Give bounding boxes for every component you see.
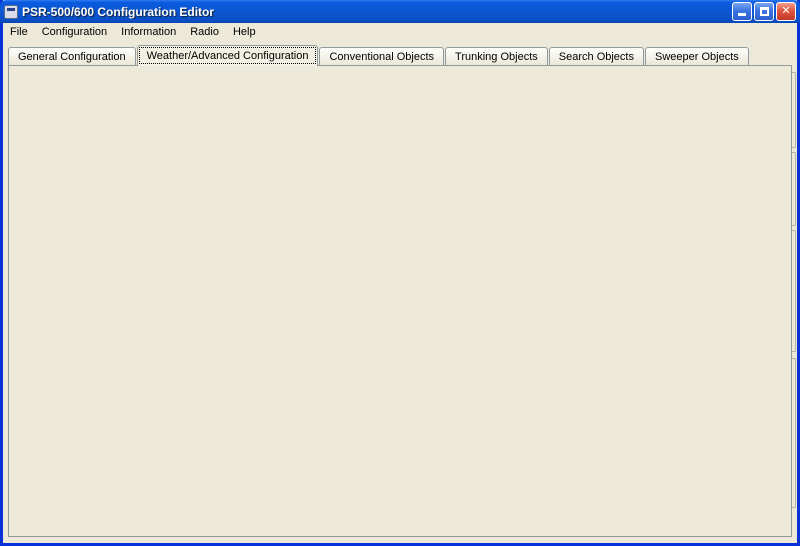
menu-radio[interactable]: Radio — [183, 24, 226, 40]
window-title: PSR-500/600 Configuration Editor — [22, 5, 730, 19]
tab-conventional-objects[interactable]: Conventional Objects — [319, 47, 444, 66]
menu-configuration[interactable]: Configuration — [35, 24, 114, 40]
app-icon — [4, 5, 18, 19]
tab-strip: General Configuration Weather/Advanced C… — [8, 45, 792, 66]
tab-page — [8, 65, 792, 537]
menu-help[interactable]: Help — [226, 24, 263, 40]
menu-file[interactable]: File — [3, 24, 35, 40]
close-button[interactable]: ✕ — [776, 2, 796, 21]
tab-trunking-objects[interactable]: Trunking Objects — [445, 47, 548, 66]
app-window: PSR-500/600 Configuration Editor ✕ File … — [0, 0, 800, 546]
maximize-button[interactable] — [754, 2, 774, 21]
tab-search-objects[interactable]: Search Objects — [549, 47, 644, 66]
tab-weather-advanced-configuration[interactable]: Weather/Advanced Configuration — [137, 45, 319, 66]
menu-bar: File Configuration Information Radio Hel… — [3, 23, 797, 42]
title-bar[interactable]: PSR-500/600 Configuration Editor ✕ — [0, 0, 800, 23]
tab-sweeper-objects[interactable]: Sweeper Objects — [645, 47, 749, 66]
tab-general-configuration[interactable]: General Configuration — [8, 47, 136, 66]
minimize-button[interactable] — [732, 2, 752, 21]
menu-information[interactable]: Information — [114, 24, 183, 40]
